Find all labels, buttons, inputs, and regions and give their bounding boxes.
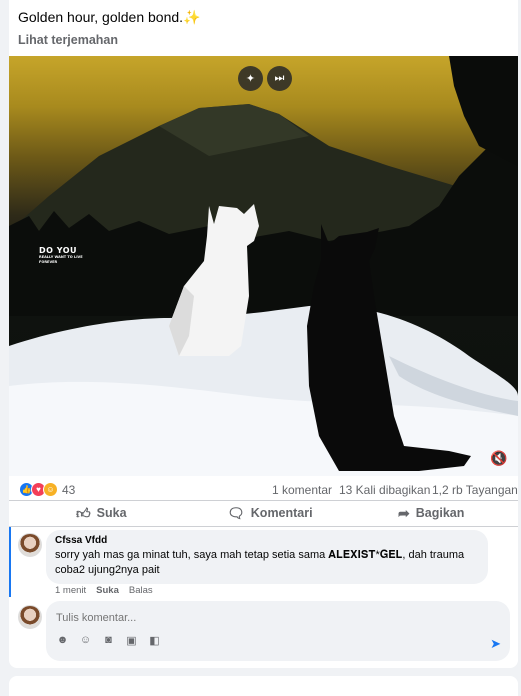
comment-label: Komentari <box>250 506 313 520</box>
composer-tools: ☻ ☺ ◙ ▣ ◧ <box>56 634 161 647</box>
comment-author[interactable]: Cfssa Vfdd <box>55 535 479 546</box>
overlay-title: DO YOU <box>39 246 78 255</box>
header-remnant <box>9 0 518 2</box>
sparkle-emoji: ✨ <box>183 9 201 25</box>
like-label: Suka <box>96 506 127 520</box>
gif-icon[interactable]: ▣ <box>125 634 138 647</box>
comment-time[interactable]: 1 menit <box>55 585 86 596</box>
care-reaction-icon: ☺ <box>43 482 58 497</box>
like-button[interactable]: 👍︎ Suka <box>76 504 127 522</box>
skip-forward-button[interactable]: ⏭ <box>267 66 292 91</box>
comment-meta: 1 menit Suka Balas <box>55 585 153 596</box>
comment-text: sorry yah mas ga minat tuh, saya mah tet… <box>55 549 465 576</box>
camera-icon[interactable]: ◙ <box>102 634 115 647</box>
comment-count[interactable]: 1 komentar <box>272 483 332 497</box>
reaction-count[interactable]: 43 <box>62 483 75 497</box>
post-actions: 👍︎ Suka 🗨︎ Komentari ➦ Bagikan <box>9 500 518 524</box>
share-label: Bagikan <box>415 506 465 520</box>
comment-bubble: Cfssa Vfdd sorry yah mas ga minat tuh, s… <box>46 530 488 584</box>
engagement-stats: 👍 ♥ ☺ 43 1 komentar 13 Kali dibagikan 1,… <box>9 480 518 500</box>
comment-composer: ☻ ☺ ◙ ▣ ◧ ➤ <box>46 601 510 661</box>
emoji-icon[interactable]: ☺ <box>79 634 92 647</box>
comment-button[interactable]: 🗨︎ Komentari <box>227 504 313 522</box>
video-overlay-text: DO YOU REALLY WANT TO LIVE FOREVER <box>39 246 83 265</box>
highlight-bar <box>9 527 11 597</box>
video-frame <box>9 56 518 476</box>
avatar-sticker-icon[interactable]: ☻ <box>56 634 69 647</box>
comments-section: Cfssa Vfdd sorry yah mas ga minat tuh, s… <box>9 526 518 668</box>
caption-text: Golden hour, golden bond. <box>18 9 184 25</box>
video-player[interactable]: ✦ ⏭ DO YOU REALLY WANT TO LIVE FOREVER 🔇 <box>9 56 518 476</box>
post-card: Golden hour, golden bond.✨ Lihat terjema… <box>9 0 518 668</box>
share-count[interactable]: 13 Kali dibagikan <box>339 483 430 497</box>
comment-reply-button[interactable]: Balas <box>129 585 153 596</box>
comment-like-button[interactable]: Suka <box>96 585 119 596</box>
share-arrow-icon: ➦ <box>398 504 410 521</box>
send-icon[interactable]: ➤ <box>490 636 501 652</box>
commenter-avatar[interactable] <box>18 533 42 557</box>
next-post-card <box>9 676 518 696</box>
share-button[interactable]: ➦ Bagikan <box>398 504 464 522</box>
view-count: 1,2 rb Tayangan <box>432 483 518 497</box>
overlay-subtitle-2: FOREVER <box>39 260 58 264</box>
sparkle-effects-button[interactable]: ✦ <box>238 66 263 91</box>
thumbs-up-icon: 👍︎ <box>76 504 91 521</box>
comment-input[interactable] <box>56 608 486 628</box>
post-caption: Golden hour, golden bond.✨ <box>18 9 200 26</box>
sticker-icon[interactable]: ◧ <box>148 634 161 647</box>
mute-icon[interactable]: 🔇 <box>490 450 510 468</box>
speech-bubble-icon: 🗨︎ <box>227 504 245 521</box>
reaction-icons[interactable]: 👍 ♥ ☺ <box>19 482 58 497</box>
user-avatar[interactable] <box>18 605 42 629</box>
see-translation-link[interactable]: Lihat terjemahan <box>18 33 118 47</box>
